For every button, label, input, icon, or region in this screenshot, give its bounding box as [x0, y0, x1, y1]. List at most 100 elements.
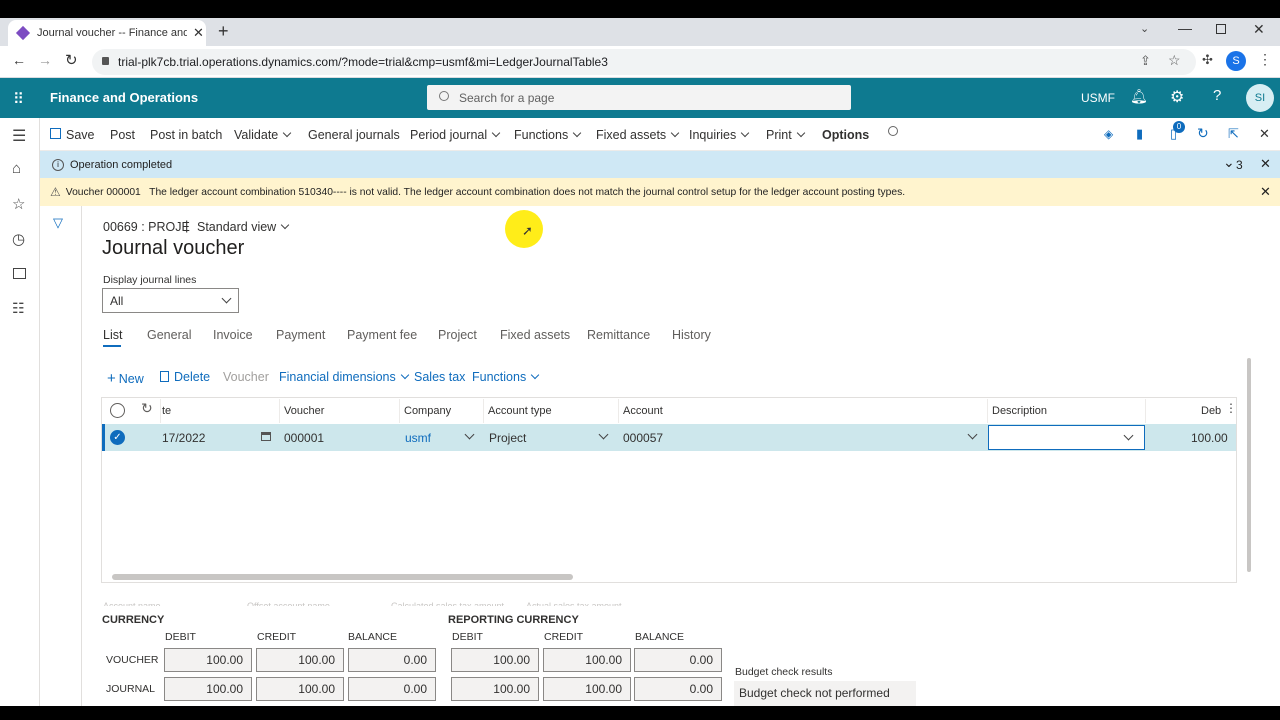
sales-tax-button[interactable]: Sales tax — [414, 370, 465, 384]
warning-message: Voucher 000001 The ledger account combin… — [65, 186, 906, 198]
tab-payment[interactable]: Payment — [276, 328, 325, 342]
close-page-icon[interactable]: ✕ — [1259, 126, 1270, 142]
column-options-icon[interactable]: ⋮ — [1225, 401, 1237, 415]
select-all-checkbox[interactable] — [110, 403, 125, 418]
display-journal-lines-label: Display journal lines — [103, 274, 197, 286]
voucher-button[interactable]: Voucher — [223, 370, 269, 384]
bookmark-star-icon[interactable]: ☆ — [1168, 52, 1181, 69]
workspaces-icon[interactable] — [13, 268, 26, 279]
grid-refresh-icon[interactable]: ↻ — [141, 400, 153, 417]
cell-company[interactable]: usmf — [405, 431, 431, 445]
view-selector[interactable]: Standard view — [197, 220, 290, 234]
new-tab-icon[interactable]: + — [218, 21, 229, 42]
message-count: 3 — [1236, 158, 1243, 172]
modules-list-icon[interactable]: ☷ — [12, 300, 25, 317]
close-warning-icon[interactable]: ✕ — [1260, 184, 1271, 200]
currency-voucher-balance: 0.00 — [348, 648, 436, 672]
close-info-icon[interactable]: ✕ — [1260, 156, 1271, 172]
tab-list[interactable]: List — [103, 328, 122, 342]
browser-menu-icon[interactable]: ⋮ — [1258, 51, 1272, 68]
tab-general[interactable]: General — [147, 328, 191, 342]
budget-check-value: Budget check not performed — [734, 681, 916, 706]
description-input[interactable] — [988, 425, 1145, 450]
cell-voucher[interactable]: 000001 — [284, 431, 324, 445]
financial-dimensions-menu[interactable]: Financial dimensions — [279, 370, 409, 384]
filter-icon[interactable]: ▽ — [53, 215, 63, 231]
url-field[interactable]: trial-plk7cb.trial.operations.dynamics.c… — [92, 49, 1196, 75]
bell-icon[interactable]: 🔔︎ — [1130, 88, 1148, 105]
gear-icon[interactable]: ⚙ — [1170, 87, 1184, 107]
horizontal-scrollbar[interactable] — [112, 574, 573, 580]
trash-icon — [160, 371, 169, 382]
left-navigation: ☰ ⌂ ☆ ◷ ☷ — [0, 118, 40, 706]
back-icon[interactable]: ← — [12, 52, 26, 68]
office-icon[interactable]: ▮ — [1136, 126, 1143, 142]
column-header-company[interactable]: Company — [404, 405, 451, 417]
save-button[interactable]: Save — [50, 128, 95, 142]
new-line-button[interactable]: + New — [107, 370, 144, 387]
print-menu[interactable]: Print — [766, 128, 805, 142]
vertical-scrollbar[interactable] — [1247, 358, 1251, 572]
currency-debit-header: DEBIT — [165, 631, 196, 643]
tab-remittance[interactable]: Remittance — [587, 328, 650, 342]
action-search-icon[interactable] — [888, 126, 898, 136]
tab-payment-fee[interactable]: Payment fee — [347, 328, 417, 342]
validate-menu[interactable]: Validate — [234, 128, 292, 142]
refresh-icon[interactable]: ↻ — [1197, 125, 1209, 142]
app-title[interactable]: Finance and Operations — [50, 90, 198, 105]
column-header-date[interactable]: te — [162, 405, 171, 417]
help-icon[interactable]: ? — [1213, 87, 1221, 104]
tab-invoice[interactable]: Invoice — [213, 328, 253, 342]
inquiries-menu[interactable]: Inquiries — [689, 128, 750, 142]
row-checkbox[interactable]: ✓ — [110, 430, 125, 445]
chevron-down-icon — [283, 128, 292, 138]
tab-search-icon[interactable]: ⌄ — [1140, 22, 1149, 35]
window-close-icon[interactable]: ✕ — [1253, 21, 1265, 38]
column-header-voucher[interactable]: Voucher — [284, 405, 324, 417]
share-icon[interactable]: ⇪ — [1140, 53, 1151, 69]
fixed-assets-menu[interactable]: Fixed assets — [596, 128, 680, 142]
hamburger-icon[interactable]: ☰ — [12, 126, 26, 146]
expand-messages-icon[interactable]: ⌄ — [1223, 154, 1235, 171]
power-apps-icon[interactable]: ◈ — [1104, 127, 1113, 141]
app-launcher-icon[interactable]: ⠿ — [13, 90, 24, 108]
company-picker[interactable]: USMF — [1081, 91, 1115, 105]
page-search-input[interactable]: Search for a page — [427, 85, 851, 110]
home-icon[interactable]: ⌂ — [12, 160, 21, 177]
minimize-icon[interactable]: — — [1178, 20, 1192, 36]
recent-clock-icon[interactable]: ◷ — [12, 230, 25, 248]
action-pane: Save Post Post in batch Validate General… — [40, 118, 1280, 151]
reload-icon[interactable]: ↻ — [65, 51, 78, 69]
column-header-debit[interactable]: Deb — [1201, 405, 1221, 417]
cell-debit[interactable]: 100.00 — [1191, 431, 1228, 445]
user-avatar[interactable]: SI — [1246, 84, 1274, 112]
column-header-account-type[interactable]: Account type — [488, 405, 552, 417]
cell-account[interactable]: 000057 — [623, 431, 663, 445]
close-tab-icon[interactable]: ✕ — [193, 25, 204, 41]
tab-history[interactable]: History — [672, 328, 711, 342]
column-header-account[interactable]: Account — [623, 405, 663, 417]
display-journal-lines-select[interactable]: All — [102, 288, 239, 313]
period-journal-menu[interactable]: Period journal — [410, 128, 501, 142]
options-tab[interactable]: Options — [822, 128, 869, 142]
cell-account-type[interactable]: Project — [489, 431, 526, 445]
delete-line-button[interactable]: Delete — [160, 370, 210, 384]
post-in-batch-button[interactable]: Post in batch — [150, 128, 222, 142]
forward-icon[interactable]: → — [38, 52, 52, 68]
maximize-icon[interactable] — [1216, 24, 1226, 34]
open-new-window-icon[interactable]: ⇱ — [1228, 126, 1239, 142]
reporting-journal-balance: 0.00 — [634, 677, 722, 701]
tab-project[interactable]: Project — [438, 328, 477, 342]
column-header-description[interactable]: Description — [992, 405, 1047, 417]
browser-tab[interactable]: Journal voucher -- Finance and O ✕ — [8, 20, 206, 46]
general-journals-button[interactable]: General journals — [308, 128, 400, 142]
cell-date[interactable]: 17/2022 — [162, 431, 205, 445]
functions-menu[interactable]: Functions — [514, 128, 582, 142]
extensions-icon[interactable]: ✣ — [1202, 52, 1213, 68]
profile-avatar[interactable]: S — [1226, 51, 1246, 71]
calendar-icon[interactable] — [261, 432, 271, 441]
favorites-star-icon[interactable]: ☆ — [12, 195, 25, 213]
tab-fixed-assets[interactable]: Fixed assets — [500, 328, 570, 342]
post-button[interactable]: Post — [110, 128, 135, 142]
grid-functions-menu[interactable]: Functions — [472, 370, 540, 384]
